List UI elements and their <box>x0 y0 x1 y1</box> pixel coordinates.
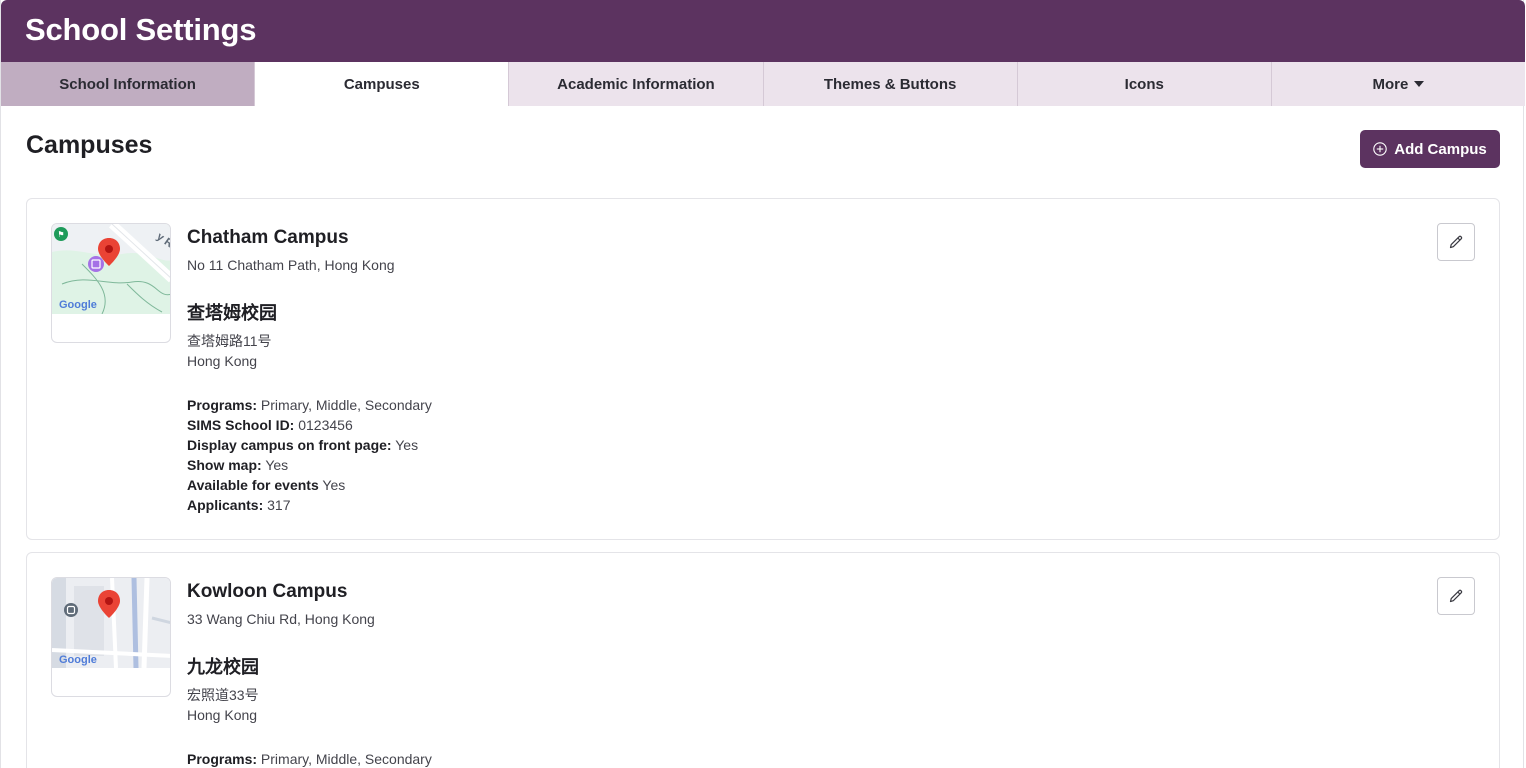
campus-chinese-address-line1: 查塔姆路11号 <box>187 333 272 349</box>
tab-themes-buttons[interactable]: Themes & Buttons <box>764 62 1018 106</box>
tab-label: Academic Information <box>557 75 715 93</box>
map-image: Google <box>52 578 170 668</box>
campus-chinese-name: 查塔姆校园 <box>187 303 277 323</box>
detail-label: Show map: <box>187 457 262 473</box>
campus-map-thumbnail[interactable]: Google <box>51 577 171 697</box>
map-google-logo: Google <box>59 654 97 666</box>
pencil-icon <box>1449 589 1463 603</box>
campus-map-thumbnail[interactable]: ⚑ y Rd Google <box>51 223 171 343</box>
detail-value: Yes <box>265 457 289 473</box>
app-frame: School Settings School Information Campu… <box>0 0 1525 768</box>
detail-programs: Programs: Primary, Middle, Secondary <box>187 749 1087 768</box>
svg-text:⚑: ⚑ <box>57 230 64 239</box>
detail-sims-id: SIMS School ID: 0123456 <box>187 415 1087 435</box>
detail-display-front-page: Display campus on front page: Yes <box>187 435 1087 455</box>
tab-academic-information[interactable]: Academic Information <box>509 62 764 106</box>
pencil-icon <box>1449 235 1463 249</box>
caret-down-icon <box>1414 81 1425 87</box>
map-image: ⚑ y Rd Google <box>52 224 170 314</box>
detail-label: Programs: <box>187 397 258 413</box>
campus-chinese-name: 九龙校园 <box>187 657 259 677</box>
tab-more[interactable]: More <box>1272 62 1525 106</box>
map-google-logo: Google <box>59 299 97 311</box>
page-header: School Settings <box>1 0 1525 62</box>
campus-chinese-address-line1: 宏照道33号 <box>187 687 259 703</box>
detail-applicants: Applicants: 317 <box>187 495 1087 515</box>
campus-address: No 11 Chatham Path, Hong Kong <box>187 257 395 273</box>
detail-label: Display campus on front page: <box>187 437 392 453</box>
tab-school-information[interactable]: School Information <box>1 62 256 106</box>
campus-info: Kowloon Campus 33 Wang Chiu Rd, Hong Kon… <box>187 581 1087 768</box>
detail-programs: Programs: Primary, Middle, Secondary <box>187 395 1087 415</box>
campus-card: ⚑ y Rd Google Chatham Campus No 11 Chath… <box>26 198 1500 540</box>
page-header-title: School Settings <box>25 12 257 47</box>
detail-label: Available for events <box>187 477 319 493</box>
detail-label: SIMS School ID: <box>187 417 295 433</box>
campus-chinese-address-line2: Hong Kong <box>187 353 258 369</box>
add-campus-button[interactable]: Add Campus <box>1360 130 1500 168</box>
tab-icons[interactable]: Icons <box>1018 62 1272 106</box>
campus-card: Google Kowloon Campus 33 Wang Chiu Rd, H… <box>26 552 1500 768</box>
tab-label: Campuses <box>343 75 420 93</box>
tab-label: Themes & Buttons <box>823 75 957 93</box>
tab-campuses[interactable]: Campuses <box>255 62 510 106</box>
edit-campus-button[interactable] <box>1437 577 1475 615</box>
detail-value: Yes <box>322 477 346 493</box>
add-campus-label: Add Campus <box>1394 140 1487 158</box>
detail-value: Primary, Middle, Secondary <box>260 751 432 767</box>
detail-available-events: Available for events Yes <box>187 475 1087 495</box>
detail-label: Programs: <box>187 751 258 767</box>
tab-label: Icons <box>1124 75 1164 93</box>
detail-label: Applicants: <box>187 497 264 513</box>
detail-value: Yes <box>395 437 419 453</box>
campus-info: Chatham Campus No 11 Chatham Path, Hong … <box>187 227 1087 515</box>
tab-label: More <box>1372 75 1409 93</box>
campus-details: Programs: Primary, Middle, Secondary SIM… <box>187 395 1087 515</box>
section-title: Campuses <box>26 131 153 159</box>
edit-campus-button[interactable] <box>1437 223 1475 261</box>
detail-value: Primary, Middle, Secondary <box>260 397 432 413</box>
campus-details: Programs: Primary, Middle, Secondary <box>187 749 1087 768</box>
plus-circle-icon <box>1373 142 1387 156</box>
tab-label: School Information <box>59 75 196 93</box>
detail-show-map: Show map: Yes <box>187 455 1087 475</box>
detail-value: 0123456 <box>298 417 353 433</box>
campus-name: Kowloon Campus <box>187 581 348 602</box>
campus-chinese-address-line2: Hong Kong <box>187 707 258 723</box>
settings-tabs: School Information Campuses Academic Inf… <box>1 62 1525 106</box>
detail-value: 317 <box>267 497 291 513</box>
campus-name: Chatham Campus <box>187 227 349 248</box>
campus-address: 33 Wang Chiu Rd, Hong Kong <box>187 611 375 627</box>
